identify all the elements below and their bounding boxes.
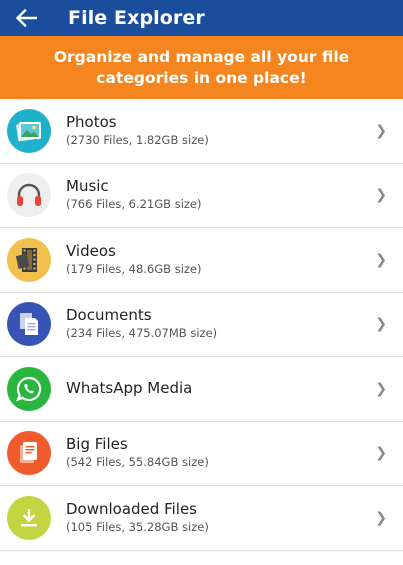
category-row-big-files[interactable]: Big Files (542 Files, 55.84GB size) ❯ xyxy=(0,422,403,486)
chevron-right-icon: ❯ xyxy=(375,251,387,268)
category-stats: (105 Files, 35.28GB size) xyxy=(66,519,209,534)
category-row-documents[interactable]: Documents (234 Files, 475.07MB size) ❯ xyxy=(0,293,403,357)
film-icon xyxy=(7,237,51,282)
category-title: Big Files xyxy=(66,435,128,454)
arrow-left-icon xyxy=(15,9,37,27)
category-stats: (234 Files, 475.07MB size) xyxy=(66,326,218,341)
chevron-right-icon: ❯ xyxy=(375,187,387,204)
chevron-right-icon: ❯ xyxy=(375,122,387,139)
info-banner: Organize and manage all your file catego… xyxy=(0,36,403,99)
category-row-photos[interactable]: Photos (2730 Files, 1.82GB size) ❯ xyxy=(0,99,403,164)
app-bar: File Explorer xyxy=(0,0,403,36)
documents-icon xyxy=(7,302,51,347)
category-title: Downloaded Files xyxy=(66,499,197,518)
category-stats: (179 Files, 48.6GB size) xyxy=(66,261,202,276)
category-title: Documents xyxy=(66,306,152,325)
category-row-music[interactable]: Music (766 Files, 6.21GB size) ❯ xyxy=(0,164,403,228)
category-stats: (542 Files, 55.84GB size) xyxy=(66,455,209,470)
chevron-right-icon: ❯ xyxy=(375,509,387,526)
category-row-downloaded-files[interactable]: Downloaded Files (105 Files, 35.28GB siz… xyxy=(0,486,403,551)
category-title: Videos xyxy=(66,241,116,260)
category-title: Photos xyxy=(66,112,117,131)
category-row-whatsapp-media[interactable]: WhatsApp Media ❯ xyxy=(0,357,403,422)
chevron-right-icon: ❯ xyxy=(375,380,387,397)
category-stats: (766 Files, 6.21GB size) xyxy=(66,197,202,212)
photos-icon xyxy=(7,108,51,153)
whatsapp-icon xyxy=(7,366,51,411)
file-explorer-screen: File Explorer Organize and manage all yo… xyxy=(0,0,403,565)
category-row-videos[interactable]: Videos (179 Files, 48.6GB size) ❯ xyxy=(0,228,403,293)
category-list: Photos (2730 Files, 1.82GB size) ❯ Music… xyxy=(0,99,403,551)
chevron-right-icon: ❯ xyxy=(375,445,387,462)
big-files-icon xyxy=(7,431,51,476)
back-button[interactable] xyxy=(4,0,48,36)
download-icon xyxy=(7,495,51,540)
page-title: File Explorer xyxy=(68,7,205,29)
chevron-right-icon: ❯ xyxy=(375,316,387,333)
category-stats: (2730 Files, 1.82GB size) xyxy=(66,132,209,147)
category-title: Music xyxy=(66,177,109,196)
category-title: WhatsApp Media xyxy=(66,379,193,398)
headphones-icon xyxy=(7,173,51,218)
